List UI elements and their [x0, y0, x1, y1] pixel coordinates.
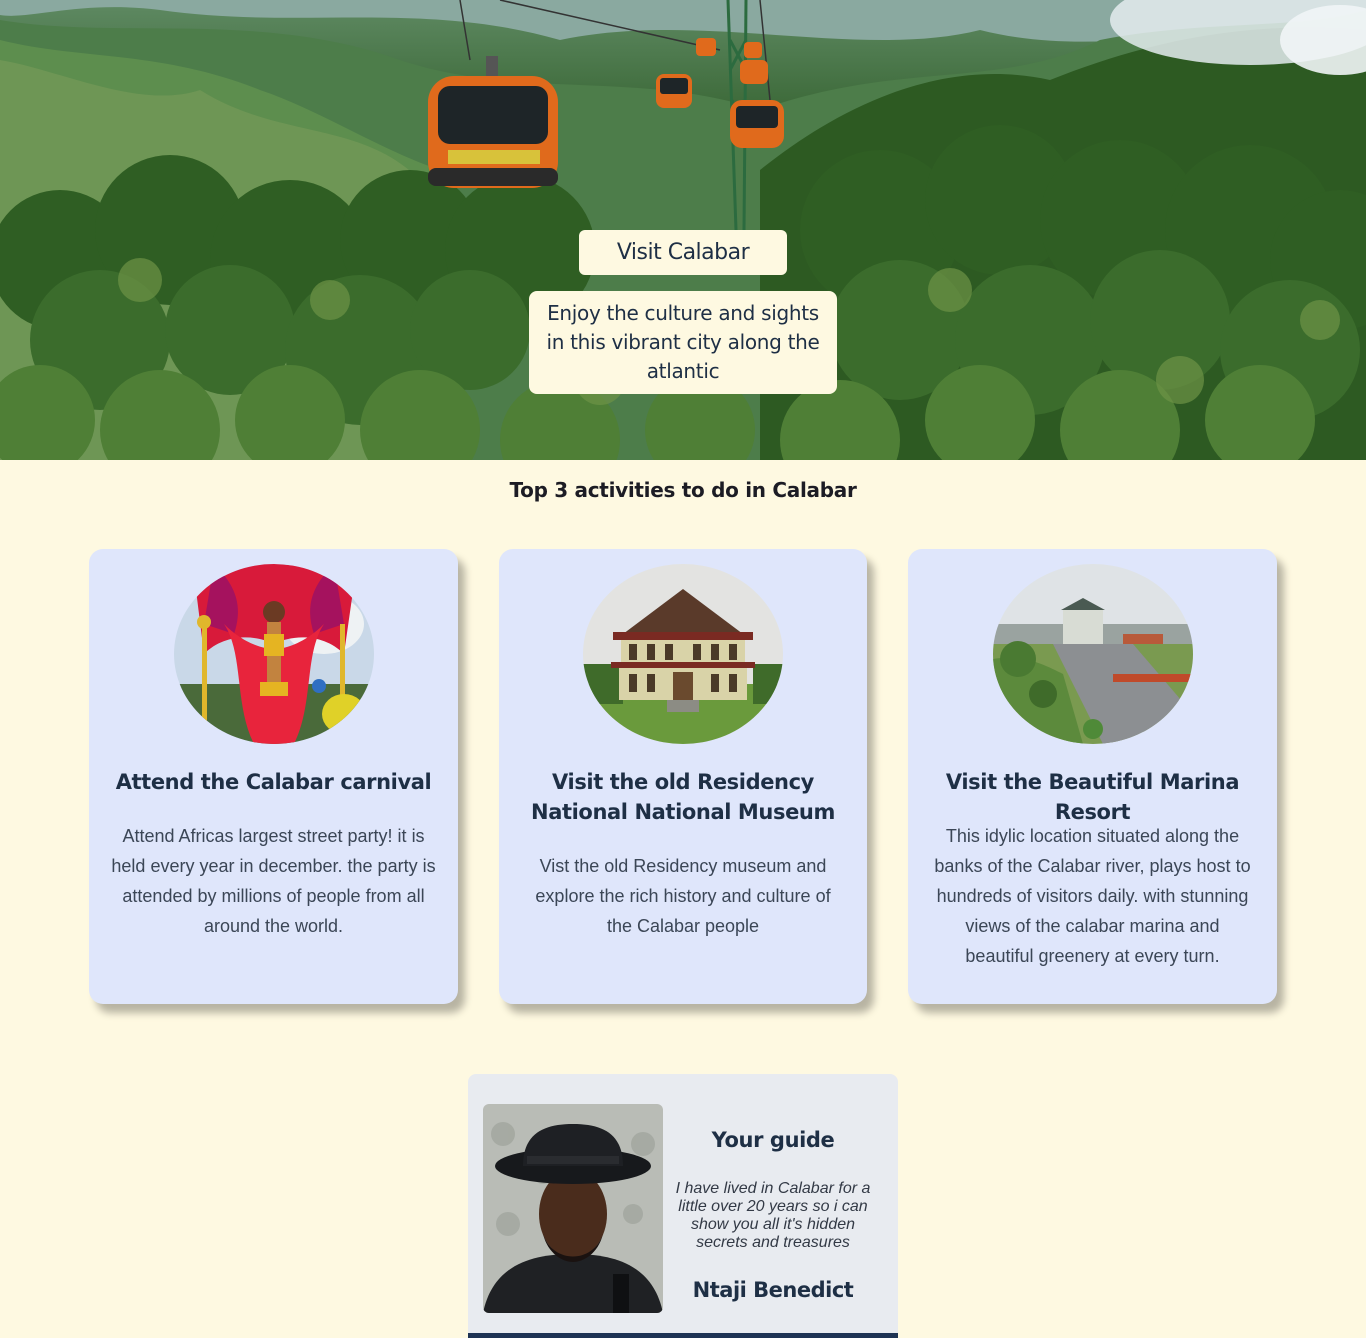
- card-title: Visit the Beautiful Marina Resort: [945, 770, 1240, 824]
- hero-subtitle: Enjoy the culture and sights in this vib…: [529, 291, 837, 394]
- activity-card-marina: Visit the Beautiful Marina Resort This i…: [908, 549, 1277, 1004]
- marina-resort-image: [992, 564, 1193, 744]
- card-description: Attend Africas largest street party! it …: [111, 826, 436, 936]
- activity-card-museum: Visit the old Residency National Nationa…: [499, 549, 867, 1004]
- guide-portrait-image: [483, 1104, 663, 1313]
- card-title: Visit the old Residency National Nationa…: [531, 770, 835, 824]
- card-description: Vist the old Residency museum and explor…: [535, 856, 831, 936]
- guide-name: Ntaji Benedict: [692, 1278, 854, 1302]
- card-title: Attend the Calabar carnival: [115, 770, 432, 794]
- card-description: This idylic location situated along the …: [934, 826, 1251, 966]
- carnival-dancer-image: [173, 564, 374, 744]
- residency-museum-image: [583, 564, 783, 744]
- hero-section: Visit Calabar Enjoy the culture and sigh…: [0, 0, 1366, 460]
- hero-title: Visit Calabar: [579, 230, 787, 275]
- activity-card-carnival: Attend the Calabar carnival Attend Afric…: [89, 549, 458, 1004]
- guide-card: Your guide I have lived in Calabar for a…: [468, 1074, 898, 1338]
- activities-heading: Top 3 activities to do in Calabar: [509, 478, 857, 502]
- guide-quote: I have lived in Calabar for a little ove…: [675, 1180, 871, 1251]
- guide-title: Your guide: [711, 1128, 835, 1152]
